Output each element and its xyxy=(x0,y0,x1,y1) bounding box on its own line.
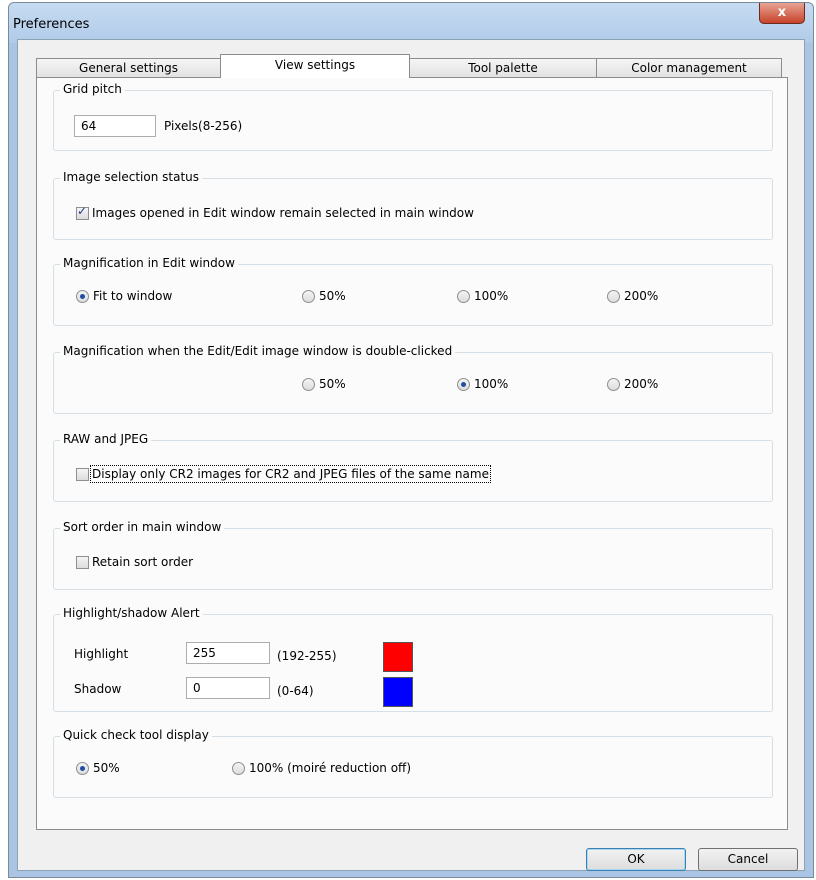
magnification-edit-group: Magnification in Edit window Fit to wind… xyxy=(53,256,773,326)
magnification-double-click-title: Magnification when the Edit/Edit image w… xyxy=(60,344,456,358)
grid-pitch-title: Grid pitch xyxy=(60,82,125,96)
radio-quick-check-50[interactable] xyxy=(76,762,89,775)
radio-fit-to-window[interactable] xyxy=(76,290,89,303)
radio-double-click-100[interactable] xyxy=(457,378,470,391)
shadow-label: Shadow xyxy=(74,682,122,696)
raw-jpeg-group: RAW and JPEG Display only CR2 images for… xyxy=(53,432,773,502)
shadow-color-swatch[interactable] xyxy=(383,677,413,707)
quick-check-title: Quick check tool display xyxy=(60,728,212,742)
shadow-input[interactable]: 0 xyxy=(186,677,270,699)
image-selection-label[interactable]: Images opened in Edit window remain sele… xyxy=(92,206,474,220)
view-settings-panel: Grid pitch 64 Pixels(8-256) Image select… xyxy=(36,77,788,830)
grid-pitch-range-label: Pixels(8-256) xyxy=(164,119,243,133)
sort-order-group: Sort order in main window Retain sort or… xyxy=(53,520,773,590)
title-bar[interactable]: Preferences x xyxy=(9,3,813,43)
sort-order-title: Sort order in main window xyxy=(60,520,225,534)
raw-jpeg-title: RAW and JPEG xyxy=(60,432,152,446)
ok-button[interactable]: OK xyxy=(586,848,686,871)
checkmark-icon: ✓ xyxy=(77,204,88,218)
quick-check-group: Quick check tool display 50% 100% (moiré… xyxy=(53,728,773,798)
edit-100-label[interactable]: 100% xyxy=(474,289,508,303)
radio-quick-check-100[interactable] xyxy=(232,762,245,775)
radio-double-click-200[interactable] xyxy=(607,378,620,391)
image-selection-group: Image selection status ✓ Images opened i… xyxy=(53,170,773,240)
dialog-body: General settings View settings Tool pale… xyxy=(17,39,805,871)
grid-pitch-group: Grid pitch 64 Pixels(8-256) xyxy=(53,82,773,151)
highlight-input[interactable]: 255 xyxy=(186,642,270,664)
radio-double-click-50[interactable] xyxy=(302,378,315,391)
image-selection-title: Image selection status xyxy=(60,170,203,184)
image-selection-checkbox[interactable]: ✓ xyxy=(76,204,89,220)
tab-view-settings[interactable]: View settings xyxy=(220,54,410,78)
radio-edit-200[interactable] xyxy=(607,290,620,303)
edit-50-label[interactable]: 50% xyxy=(319,289,346,303)
magnification-double-click-group: Magnification when the Edit/Edit image w… xyxy=(53,344,773,414)
highlight-shadow-alert-group: Highlight/shadow Alert Highlight 255 (19… xyxy=(53,606,773,712)
window-title: Preferences xyxy=(13,17,90,32)
retain-sort-order-checkbox[interactable] xyxy=(76,556,89,569)
highlight-shadow-alert-title: Highlight/shadow Alert xyxy=(60,606,203,620)
radio-edit-50[interactable] xyxy=(302,290,315,303)
shadow-range-label: (0-64) xyxy=(277,684,314,698)
quick-check-50-label[interactable]: 50% xyxy=(93,761,120,775)
close-icon: x xyxy=(777,5,787,20)
cancel-button[interactable]: Cancel xyxy=(698,848,798,871)
grid-pitch-input[interactable]: 64 xyxy=(74,115,156,137)
double-click-100-label[interactable]: 100% xyxy=(474,377,508,391)
raw-jpeg-label[interactable]: Display only CR2 images for CR2 and JPEG… xyxy=(90,465,491,483)
highlight-label: Highlight xyxy=(74,647,129,661)
highlight-range-label: (192-255) xyxy=(277,649,337,663)
raw-jpeg-checkbox[interactable] xyxy=(76,468,89,481)
retain-sort-order-label[interactable]: Retain sort order xyxy=(92,555,193,569)
tab-general-settings[interactable]: General settings xyxy=(36,58,221,77)
double-click-50-label[interactable]: 50% xyxy=(319,377,346,391)
radio-edit-100[interactable] xyxy=(457,290,470,303)
fit-to-window-label[interactable]: Fit to window xyxy=(93,289,172,303)
double-click-200-label[interactable]: 200% xyxy=(624,377,658,391)
magnification-edit-title: Magnification in Edit window xyxy=(60,256,238,270)
tab-color-management[interactable]: Color management xyxy=(596,58,782,77)
preferences-window: Preferences x General settings View sett… xyxy=(8,2,814,878)
edit-200-label[interactable]: 200% xyxy=(624,289,658,303)
close-button[interactable]: x xyxy=(759,3,805,24)
highlight-color-swatch[interactable] xyxy=(383,642,413,672)
quick-check-100-label[interactable]: 100% (moiré reduction off) xyxy=(249,761,411,775)
tab-tool-palette[interactable]: Tool palette xyxy=(409,58,597,77)
